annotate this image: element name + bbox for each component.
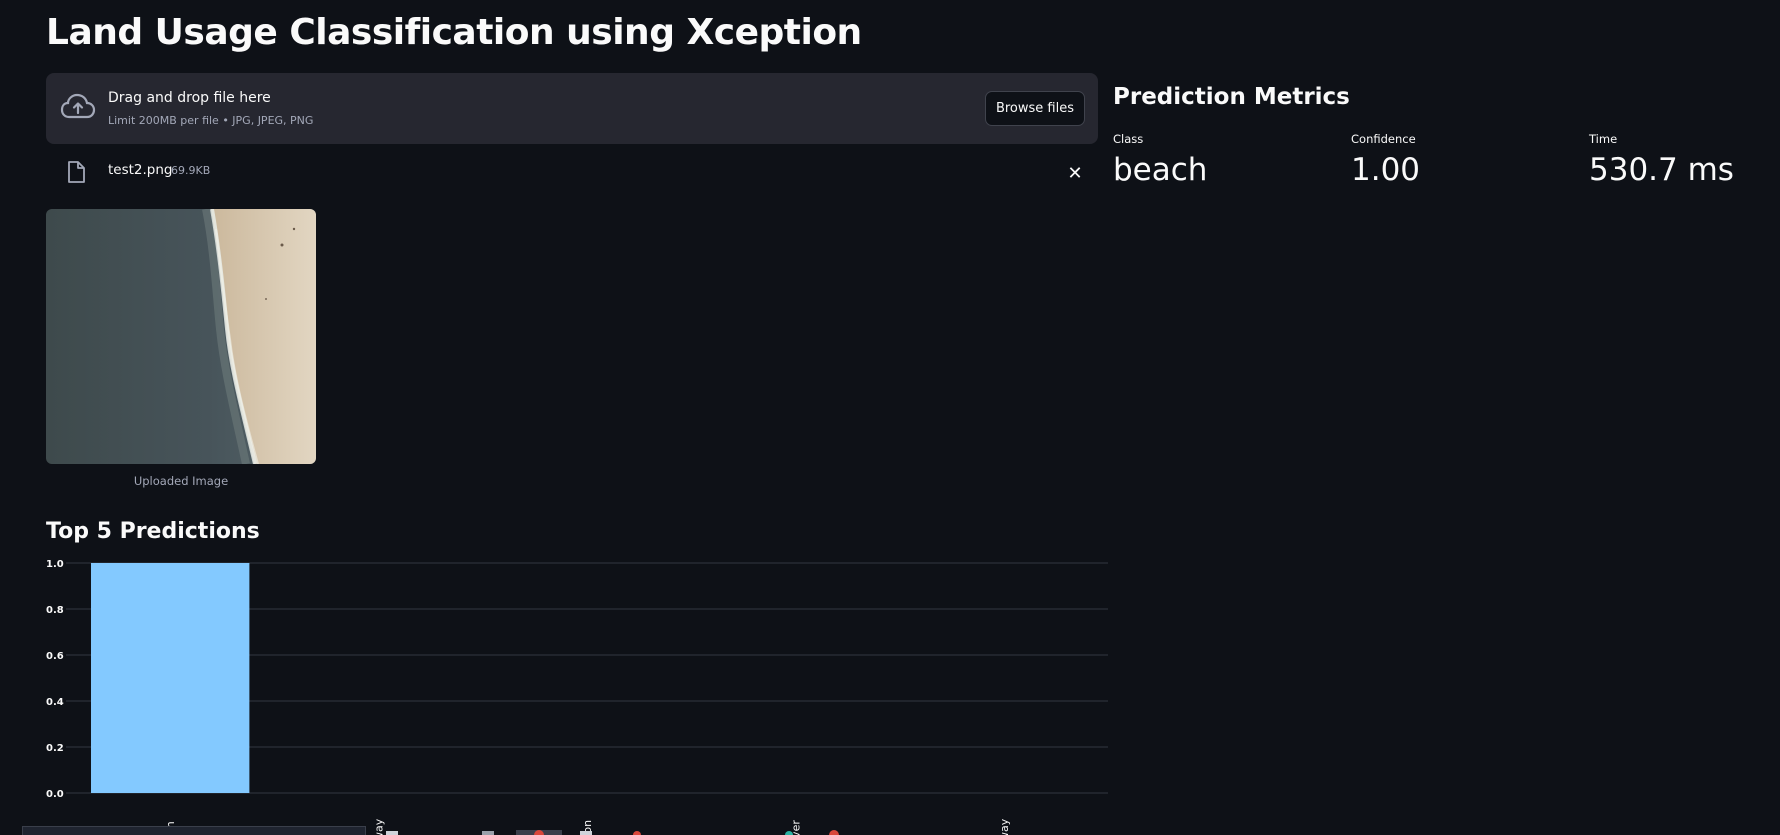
metric-confidence-label: Confidence: [1351, 132, 1416, 146]
browse-files-button[interactable]: Browse files: [984, 91, 1085, 126]
y-tick-label: 0.4: [46, 697, 64, 708]
metric-time-value: 530.7 ms: [1589, 152, 1734, 188]
metric-time-label: Time: [1589, 132, 1618, 146]
top-predictions-chart: 0.00.20.40.60.81.0achwaytioniverway: [46, 559, 1108, 835]
cloud-upload-icon: [60, 93, 96, 119]
prediction-metrics-heading: Prediction Metrics: [1113, 84, 1350, 110]
dropzone-limit-text: Limit 200MB per file • JPG, JPEG, PNG: [108, 114, 314, 127]
metric-confidence-value: 1.00: [1351, 152, 1421, 188]
app-page: Land Usage Classification using Xception…: [0, 0, 1780, 835]
uploaded-file-row: test2.png 69.9KB ✕: [46, 156, 1098, 190]
aerial-beach-image: [46, 209, 316, 464]
dropzone-instructions: Drag and drop file here: [108, 90, 271, 106]
taskbar-icons: [386, 830, 839, 835]
page-title: Land Usage Classification using Xception: [46, 12, 862, 53]
x-tick-label: way: [998, 818, 1011, 835]
file-icon: [68, 161, 85, 183]
metric-class-value: beach: [1113, 152, 1208, 188]
top-predictions-heading: Top 5 Predictions: [46, 519, 260, 544]
file-dropzone[interactable]: Drag and drop file here Limit 200MB per …: [46, 73, 1098, 144]
y-tick-label: 0.6: [46, 651, 64, 662]
metric-time: Time 530.7 ms: [1589, 132, 1734, 188]
metric-confidence: Confidence 1.00: [1351, 132, 1420, 188]
y-tick-label: 1.0: [46, 559, 64, 570]
image-caption: Uploaded Image: [133, 474, 229, 488]
metric-class: Class beach: [1113, 132, 1207, 188]
file-name: test2.png: [108, 162, 173, 178]
uploaded-image: [46, 209, 316, 464]
y-tick-label: 0.8: [46, 605, 64, 616]
taskbar-search-box[interactable]: [22, 826, 366, 835]
file-size: 69.9KB: [171, 164, 211, 177]
y-tick-label: 0.0: [46, 789, 64, 800]
metric-class-label: Class: [1113, 132, 1144, 146]
y-tick-label: 0.2: [46, 743, 64, 754]
chart-bar: [91, 563, 250, 793]
close-icon[interactable]: ✕: [1062, 160, 1088, 186]
